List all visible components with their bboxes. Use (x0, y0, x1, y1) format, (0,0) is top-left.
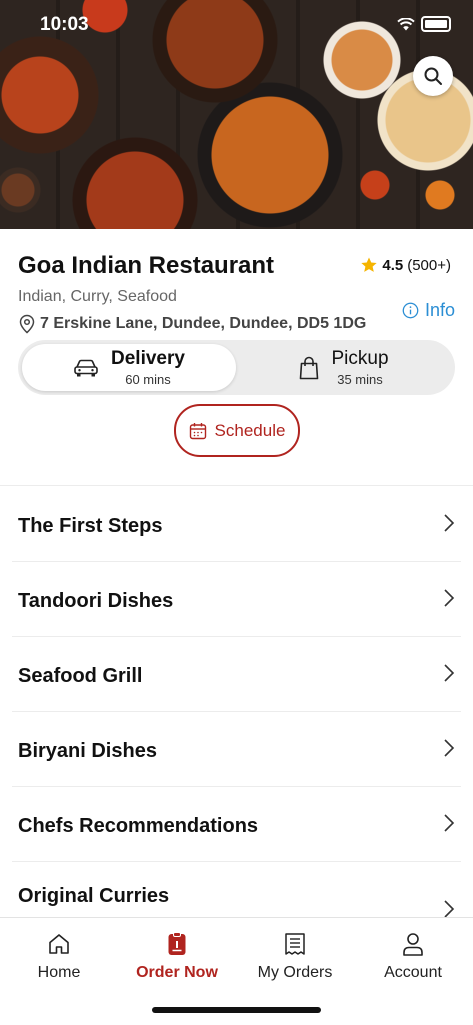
location-pin-icon (19, 314, 35, 334)
tab-account-label: Account (384, 964, 442, 981)
tab-account[interactable]: Account (354, 932, 472, 982)
chevron-right-icon (444, 589, 455, 607)
order-icon (168, 932, 186, 955)
address: 7 Erskine Lane, Dundee, Dundee, DD5 1DG (18, 314, 366, 334)
rating-count: (500+) (407, 256, 451, 274)
receipt-icon (285, 933, 305, 955)
user-icon (403, 933, 423, 956)
tab-my-orders-label: My Orders (257, 964, 333, 981)
search-button[interactable] (413, 56, 453, 96)
chevron-right-icon (444, 814, 455, 832)
delivery-option[interactable]: Delivery 60 mins (22, 344, 236, 391)
menu-category-label: The First Steps (18, 515, 163, 537)
delivery-time: 60 mins (125, 372, 171, 387)
info-label: Info (424, 300, 455, 320)
schedule-label: Schedule (214, 420, 286, 440)
calendar-icon (189, 422, 206, 439)
hero-food-image: 10:03 (0, 0, 473, 229)
chevron-right-icon (444, 900, 455, 918)
rating: 4.5 (500+) (360, 256, 451, 274)
tab-order-now-label: Order Now (136, 964, 218, 981)
pickup-time: 35 mins (337, 372, 383, 387)
menu-category-row[interactable]: Biryani Dishes (12, 711, 461, 787)
home-indicator (152, 1007, 321, 1013)
car-icon (74, 359, 98, 376)
battery-icon (421, 16, 451, 32)
address-text: 7 Erskine Lane, Dundee, Dundee, DD5 1DG (40, 315, 367, 332)
pickup-title: Pickup (331, 348, 389, 369)
chevron-right-icon (444, 514, 455, 532)
chevron-right-icon (444, 664, 455, 682)
info-icon (402, 302, 419, 319)
tab-home-label: Home (37, 964, 81, 981)
menu-category-label: Biryani Dishes (18, 740, 157, 762)
delivery-title: Delivery (111, 348, 185, 369)
status-time: 10:03 (40, 14, 89, 35)
schedule-button[interactable]: Schedule (174, 404, 300, 457)
menu-category-label: Chefs Recommendations (18, 815, 259, 837)
chevron-right-icon (444, 739, 455, 757)
home-icon (49, 934, 69, 954)
cuisine-list: Indian, Curry, Seafood (18, 288, 177, 305)
wifi-icon (397, 17, 415, 30)
menu-category-label: Original Curries (18, 885, 170, 907)
info-link[interactable]: Info (402, 300, 455, 321)
shopping-bag-icon (300, 356, 319, 379)
status-icons (397, 16, 451, 32)
menu-category-label: Seafood Grill (18, 665, 143, 687)
order-mode-toggle: Delivery 60 mins Pickup 35 mins (18, 340, 455, 395)
menu-category-row[interactable]: Chefs Recommendations (12, 786, 461, 862)
tab-my-orders[interactable]: My Orders (236, 932, 354, 982)
menu-category-row[interactable]: Seafood Grill (12, 636, 461, 712)
tab-order-now[interactable]: Order Now (118, 932, 236, 982)
star-icon (361, 257, 378, 272)
pickup-option[interactable]: Pickup 35 mins (237, 344, 451, 391)
search-icon (424, 67, 442, 85)
menu-category-row[interactable]: The First Steps (12, 486, 461, 562)
menu-category-row[interactable]: Tandoori Dishes (12, 561, 461, 637)
menu-category-label: Tandoori Dishes (18, 590, 174, 612)
rating-value: 4.5 (382, 256, 404, 274)
restaurant-name: Goa Indian Restaurant (18, 252, 275, 279)
tab-home[interactable]: Home (0, 932, 118, 982)
